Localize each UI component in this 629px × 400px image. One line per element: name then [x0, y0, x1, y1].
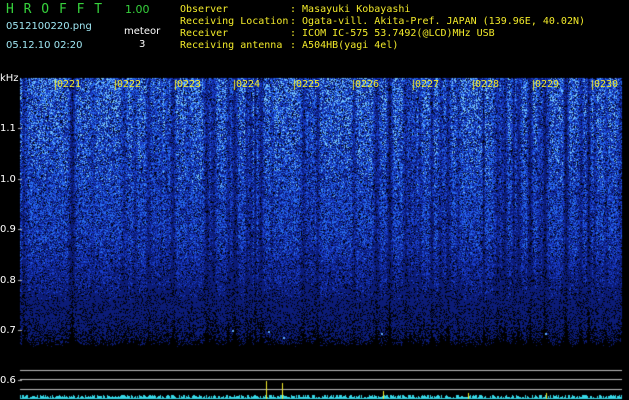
y-tick-label: 1.0 — [0, 174, 16, 185]
time-tick-label: 0224 — [236, 79, 261, 90]
time-tick-label: 0229 — [535, 79, 560, 90]
antenna-value: : A504HB(yagi 4el) — [290, 40, 399, 51]
antenna-label: Receiving antenna — [180, 40, 283, 51]
time-tick-label: 0226 — [355, 79, 380, 90]
location-label: Receiving Location — [180, 16, 289, 27]
time-tick-label: 0223 — [177, 79, 202, 90]
meteor-label: meteor — [124, 26, 161, 37]
y-tick-label: 0.6 — [0, 375, 16, 386]
observer-label: Observer — [180, 4, 229, 15]
y-tick-label: 0.8 — [0, 275, 16, 286]
time-tick-label: 0227 — [415, 79, 440, 90]
y-tick-label: 1.1 — [0, 123, 16, 134]
spectrogram-canvas — [0, 0, 629, 400]
version-label: 1.00 — [125, 3, 150, 16]
location-value: : Ogata-vill. Akita-Pref. JAPAN (139.96E… — [290, 16, 586, 27]
observer-value: : Masayuki Kobayashi — [290, 4, 411, 15]
receiver-value: : ICOM IC-575 53.7492(@LCD)MHz USB — [290, 28, 495, 39]
y-axis-unit: kHz — [0, 73, 19, 84]
time-tick-label: 0222 — [117, 79, 142, 90]
time-tick-label: 0228 — [475, 79, 500, 90]
meteor-count: 3 — [139, 39, 146, 50]
app-title: H R O F F T — [6, 2, 104, 17]
time-tick-label: 0225 — [296, 79, 321, 90]
filename-label: 0512100220.png — [6, 21, 92, 32]
y-tick-label: 0.7 — [0, 325, 16, 336]
receiver-label: Receiver — [180, 28, 229, 39]
datetime-label: 05.12.10 02:20 — [6, 40, 83, 51]
time-tick-label: 0221 — [57, 79, 82, 90]
time-tick-label: 0230 — [594, 79, 619, 90]
y-tick-label: 0.9 — [0, 224, 16, 235]
